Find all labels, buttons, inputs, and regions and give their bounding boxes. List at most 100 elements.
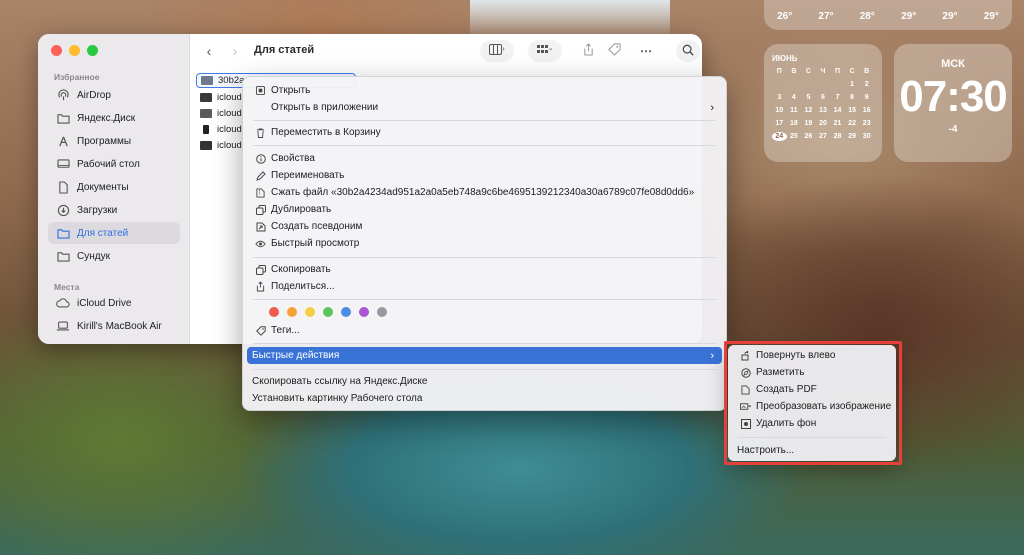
menu-item-share[interactable]: Поделиться... xyxy=(247,278,722,295)
menu-item-copy-yandex-link[interactable]: Скопировать ссылку на Яндекс.Диске xyxy=(247,373,722,390)
menu-item-tags[interactable]: Теги... xyxy=(247,322,722,339)
tags-button[interactable] xyxy=(604,40,624,62)
calendar-widget[interactable]: июнь П В С Ч П С В 1 2 3 4 5 6 7 8 9 10 11 12 13 14 15 16 17 18 1… xyxy=(764,44,882,162)
calendar-day: 17 xyxy=(775,120,784,127)
menu-item-duplicate[interactable]: Дублировать xyxy=(247,201,722,218)
laptop-icon xyxy=(56,319,70,333)
sidebar-item-airdrop[interactable]: AirDrop xyxy=(48,84,180,106)
menu-item-label: Установить картинку Рабочего стола xyxy=(252,393,423,404)
calendar-weekday: В xyxy=(791,68,797,75)
tag-color-dot[interactable] xyxy=(269,307,279,317)
menu-item-rename[interactable]: Переименовать xyxy=(247,167,722,184)
menu-item-open[interactable]: Открыть xyxy=(247,82,722,99)
sidebar-item-for-articles[interactable]: Для статей xyxy=(48,222,180,244)
chevron-right-icon: › xyxy=(710,349,714,362)
calendar-day: 13 xyxy=(819,107,827,114)
tag-color-dot[interactable] xyxy=(359,307,369,317)
window-title: Для статей xyxy=(254,44,315,56)
menu-separator xyxy=(253,120,716,121)
calendar-day: 29 xyxy=(848,133,857,140)
image-thumbnail-icon xyxy=(200,93,212,102)
weather-temp: 26° xyxy=(777,10,793,22)
clock-offset: -4 xyxy=(948,124,958,135)
menu-item-copy[interactable]: Скопировать xyxy=(247,261,722,278)
sidebar-item-documents[interactable]: Документы xyxy=(48,176,180,198)
weather-widget[interactable]: 26° 27° 28° 29° 29° 29° xyxy=(764,0,1012,30)
calendar-day: 6 xyxy=(821,94,825,101)
share-button[interactable] xyxy=(578,40,598,62)
ellipsis-icon: ⋯ xyxy=(640,44,652,58)
sidebar-section-favorites: Избранное xyxy=(54,72,100,82)
menu-item-get-info[interactable]: Свойства xyxy=(247,150,722,167)
image-thumbnail-icon xyxy=(201,76,213,85)
calendar-day: 26 xyxy=(804,133,813,140)
clock-widget[interactable]: МСК 07:30 -4 xyxy=(894,44,1012,162)
calendar-weekday: В xyxy=(864,68,870,75)
calendar-weekday: П xyxy=(835,68,841,75)
back-button[interactable]: ‹ xyxy=(200,42,218,60)
menu-item-open-with[interactable]: Открыть в приложении › xyxy=(247,99,722,116)
cloud-icon xyxy=(56,296,70,310)
weather-temp: 27° xyxy=(818,10,834,22)
window-controls xyxy=(51,45,98,56)
tag-color-dot[interactable] xyxy=(287,307,297,317)
sidebar-item-macbook[interactable]: Kirill's MacBook Air xyxy=(48,315,180,337)
calendar-day: 15 xyxy=(848,107,857,114)
weather-temp: 28° xyxy=(859,10,875,22)
finder-toolbar: ‹ › Для статей ⋯ xyxy=(190,34,702,68)
menu-item-make-alias[interactable]: Создать псевдоним xyxy=(247,218,722,235)
sidebar-item-yandex-disk[interactable]: Яндекс.Диск xyxy=(48,107,180,129)
nav-buttons: ‹ › xyxy=(200,42,244,60)
sidebar-section-places: Места xyxy=(54,282,80,292)
menu-separator xyxy=(253,299,716,300)
menu-item-quick-look[interactable]: Быстрый просмотр xyxy=(247,235,722,252)
menu-item-label: Теги... xyxy=(271,325,300,336)
alias-icon xyxy=(255,221,266,232)
weather-temp: 29° xyxy=(983,10,999,22)
red-highlight-frame xyxy=(724,341,902,465)
calendar-day: 12 xyxy=(804,107,813,114)
sidebar-item-apps[interactable]: Программы xyxy=(48,130,180,152)
menu-item-move-to-trash[interactable]: Переместить в Корзину xyxy=(247,124,722,141)
calendar-day xyxy=(816,80,831,89)
sidebar-item-downloads[interactable]: Загрузки xyxy=(48,199,180,221)
tag-color-dot[interactable] xyxy=(323,307,333,317)
menu-item-set-desktop-picture[interactable]: Установить картинку Рабочего стола xyxy=(247,390,722,407)
tag-icon xyxy=(255,325,266,336)
calendar-day: 24 xyxy=(772,132,787,141)
tag-color-dot[interactable] xyxy=(305,307,315,317)
airdrop-icon xyxy=(56,88,70,102)
more-button[interactable]: ⋯ xyxy=(636,40,656,62)
close-button[interactable] xyxy=(51,45,62,56)
calendar-day: 7 xyxy=(835,94,840,101)
sidebar-item-label: Яндекс.Диск xyxy=(77,112,136,124)
sidebar-item-icloud-drive[interactable]: iCloud Drive xyxy=(48,292,180,314)
menu-item-label: Поделиться... xyxy=(271,281,335,292)
zoom-button[interactable] xyxy=(87,45,98,56)
calendar-day: 8 xyxy=(850,94,855,101)
sidebar-item-chest[interactable]: Сундук xyxy=(48,245,180,267)
desktop-icon xyxy=(56,157,70,171)
calendar-day: 4 xyxy=(791,94,796,101)
file-name: icloud xyxy=(217,92,242,103)
menu-item-label: Переименовать xyxy=(271,170,345,181)
menu-item-label: Свойства xyxy=(271,153,315,164)
calendar-day: 16 xyxy=(862,107,871,114)
calendar-day: 27 xyxy=(819,133,827,140)
tag-color-dot[interactable] xyxy=(341,307,351,317)
calendar-day: 21 xyxy=(833,120,842,127)
menu-item-quick-actions[interactable]: Быстрые действия › xyxy=(247,347,722,364)
calendar-day: 30 xyxy=(862,133,871,140)
calendar-grid: П В С Ч П С В 1 2 3 4 5 6 7 8 9 10 11 12 13 14 15 16 17 18 19 20 21… xyxy=(772,67,874,141)
menu-item-compress[interactable]: Сжать файл «30b2a4234ad951a2a0a5eb748a9c… xyxy=(247,184,722,201)
minimize-button[interactable] xyxy=(69,45,80,56)
search-button[interactable] xyxy=(676,40,700,62)
menu-item-label: Открыть xyxy=(271,85,311,96)
duplicate-icon xyxy=(255,204,266,215)
forward-button[interactable]: › xyxy=(226,42,244,60)
tag-color-dot[interactable] xyxy=(377,307,387,317)
calendar-day xyxy=(787,80,802,89)
sidebar-item-desktop[interactable]: Рабочий стол xyxy=(48,153,180,175)
view-mode-button[interactable] xyxy=(480,40,514,62)
group-button[interactable] xyxy=(528,40,562,62)
